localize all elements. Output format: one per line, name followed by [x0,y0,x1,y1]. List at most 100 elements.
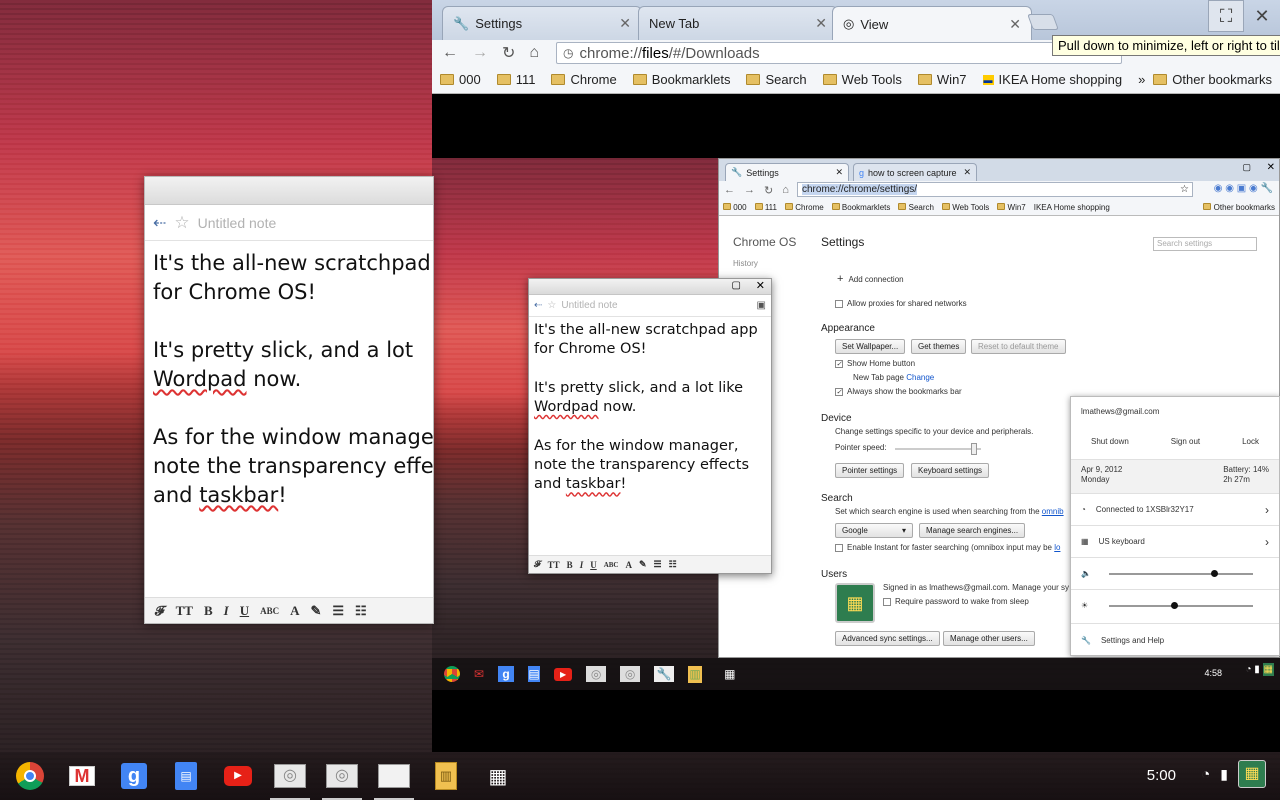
manage-other-users-button[interactable]: Manage other users... [943,631,1035,646]
archive-icon[interactable]: ▣ [757,300,766,311]
instant-checkbox[interactable]: Enable Instant for faster searching (omn… [835,543,1060,552]
maximize-button[interactable]: ⛶ [1208,0,1244,32]
close-icon[interactable]: ✕ [835,167,843,178]
inner-clock[interactable]: 4:58 [1204,668,1222,678]
settings-help-row[interactable]: 🔧 Settings and Help [1071,623,1279,657]
close-icon[interactable]: ✕ [815,15,827,32]
inner-tab-settings[interactable]: 🔧 Settings ✕ [725,163,849,181]
system-tray[interactable]: ◔ ▮ ▦ [1201,760,1266,788]
get-themes-button[interactable]: Get themes [911,339,967,354]
highlight-icon[interactable]: ✎ [310,603,321,619]
maximize-icon[interactable]: ▢ [732,280,741,291]
text-color-icon[interactable]: A [625,560,632,570]
bookmark-ikea[interactable]: IKEA Home shopping [1034,203,1110,212]
close-icon[interactable]: ✕ [1267,162,1275,173]
search-engine-select[interactable]: Google ▾ [835,523,913,538]
sidebar-item-history[interactable]: History [733,259,796,268]
home-icon[interactable]: ⌂ [782,184,789,196]
advanced-sync-button[interactable]: Advanced sync settings... [835,631,940,646]
pointer-settings-button[interactable]: Pointer settings [835,463,905,478]
allow-proxies-checkbox[interactable]: Allow proxies for shared networks [835,299,967,308]
add-connection-link[interactable]: + Add connection [837,273,904,285]
strikethrough-icon[interactable]: ABC [260,606,279,616]
window-icon[interactable] [374,760,414,800]
font-icon[interactable]: 𝓕 [155,603,165,619]
other-bookmarks[interactable]: Other bookmarks [1203,202,1275,212]
strikethrough-icon[interactable]: ABC [604,561,619,569]
chrome-icon[interactable] [14,760,46,792]
gmail-icon[interactable]: M [66,760,98,792]
docs-icon[interactable]: ▤ [170,760,202,792]
app-launcher-icon[interactable]: ▦ [482,760,514,792]
highlight-icon[interactable]: ✎ [639,559,647,570]
require-password-checkbox[interactable]: Require password to wake from sleep [883,597,1029,606]
bookmark-folder[interactable]: 000 [723,202,747,212]
bookmarks-overflow-chevron[interactable]: » [1138,72,1145,87]
bookmark-folder[interactable]: Search [746,72,807,87]
scratchpad-icon[interactable]: ▥ [430,760,462,792]
close-icon[interactable]: ✕ [1009,16,1021,33]
reload-icon[interactable]: ↻ [502,43,515,63]
bulleted-list-icon[interactable]: ☰ [654,559,662,570]
italic-icon[interactable]: I [224,603,229,619]
clock[interactable]: 5:00 [1147,767,1176,784]
forward-icon[interactable]: → [472,44,488,62]
new-tab-button[interactable] [1027,14,1059,30]
bookmark-folder[interactable]: Web Tools [822,72,902,87]
settings-search-input[interactable]: Search settings [1153,237,1257,251]
pointer-speed-thumb[interactable] [971,443,977,455]
note-body[interactable]: It's the all-new scratchpad for Chrome OS… [145,241,433,593]
docs-icon[interactable]: ▤ [528,666,541,682]
back-icon[interactable]: ← [724,184,735,196]
reset-theme-button[interactable]: Reset to default theme [971,339,1066,354]
back-list-icon[interactable]: ⇠ [153,213,166,233]
home-icon[interactable]: ⌂ [529,44,539,62]
extension-icons[interactable]: ◉ ◉ ▣ ◉ 🔧 [1214,183,1273,194]
google-search-icon[interactable]: g [118,760,150,792]
brightness-slider[interactable] [1109,605,1253,607]
note-title-input[interactable]: Untitled note [198,215,277,231]
youtube-icon[interactable]: ▶ [554,667,573,681]
lock-button[interactable]: Lock [1242,437,1259,446]
youtube-icon[interactable]: ▶ [222,760,254,792]
set-wallpaper-button[interactable]: Set Wallpaper... [835,339,906,354]
network-row[interactable]: ◔ Connected to 1XSBlr32Y17 › [1071,493,1279,525]
tab-new-tab[interactable]: New Tab ✕ [638,6,838,40]
text-color-icon[interactable]: A [290,603,299,619]
back-icon[interactable]: ← [442,44,458,62]
font-icon[interactable]: 𝓕 [534,559,541,570]
close-icon[interactable]: ✕ [963,167,971,178]
brightness-knob[interactable] [1170,602,1178,609]
bookmark-folder[interactable]: 111 [754,202,777,212]
bookmark-folder[interactable]: Chrome [785,202,824,212]
bookmark-folder[interactable]: Chrome [551,72,617,87]
tab-view[interactable]: ◎ View ✕ [832,6,1032,41]
window-icon[interactable]: ◎ [620,666,641,682]
always-show-bookmarks-checkbox[interactable]: ✓ Always show the bookmarks bar [835,387,962,396]
bold-icon[interactable]: B [567,560,573,570]
omnibox[interactable]: ◷ chrome://files/#/Downloads [556,42,1122,64]
close-window-button[interactable]: ✕ [1244,0,1280,32]
google-search-icon[interactable]: g [498,666,515,682]
bookmark-folder[interactable]: 000 [440,72,481,87]
gmail-icon[interactable]: ✉ [474,667,484,681]
inner-tab-search[interactable]: g how to screen capture cr ✕ [853,163,977,181]
tab-settings[interactable]: 🔧 Settings ✕ [442,6,642,40]
signout-button[interactable]: Sign out [1171,437,1200,446]
bulleted-list-icon[interactable]: ☰ [332,603,344,619]
reload-icon[interactable]: ↻ [764,184,773,197]
note-title-input[interactable]: Untitled note [561,300,617,311]
numbered-list-icon[interactable]: ☷ [669,559,677,570]
bookmark-folder[interactable]: Web Tools [941,202,989,212]
omnibox-link[interactable]: omnib [1042,507,1064,516]
scratchpad-icon[interactable]: ▥ [688,665,703,683]
note-titlebar[interactable] [145,177,433,205]
inner-omnibox[interactable]: chrome://chrome/settings/☆ [797,182,1193,197]
pointer-speed-slider[interactable] [895,448,981,450]
font-size-icon[interactable]: TT [176,603,193,619]
close-icon[interactable]: ✕ [756,279,765,292]
star-icon[interactable]: ☆ [547,300,556,311]
bookmark-folder[interactable]: 111 [496,72,535,87]
note-body-small[interactable]: It's the all-new scratchpad app for Chrom… [529,317,771,555]
keyboard-settings-button[interactable]: Keyboard settings [911,463,990,478]
